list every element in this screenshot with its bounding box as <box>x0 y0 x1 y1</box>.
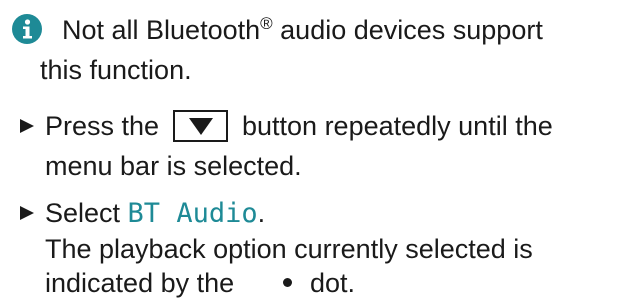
note-text-part1: Not all Bluetooth <box>62 15 261 45</box>
down-button-icon <box>173 110 228 142</box>
note-line-2: this function. <box>40 55 192 85</box>
step2-text-after: . <box>257 198 266 228</box>
step2-line-3-after: dot. <box>310 268 356 298</box>
down-triangle-icon <box>189 118 213 135</box>
note-text-part2: audio devices support <box>272 15 543 45</box>
step2-line-3-before: indicated by the <box>45 268 235 298</box>
registered-mark: ® <box>260 14 273 33</box>
step2-text-before: Select <box>45 198 128 228</box>
step2-line-1: Select BT Audio. <box>45 193 265 234</box>
step1-line-2: menu bar is selected. <box>45 151 302 181</box>
note-line-1: Not all Bluetooth® audio devices support <box>62 10 543 50</box>
manual-page: Not all Bluetooth® audio devices support… <box>0 0 618 303</box>
triangle-bullet-icon <box>20 119 34 133</box>
bt-audio-menu-item: BT Audio <box>127 198 258 229</box>
dot-icon <box>283 278 292 287</box>
step1-text-before: Press the <box>45 111 160 141</box>
step1-text-after: button repeatedly until the <box>242 111 553 141</box>
info-icon <box>12 14 42 44</box>
triangle-bullet-icon <box>20 206 34 220</box>
